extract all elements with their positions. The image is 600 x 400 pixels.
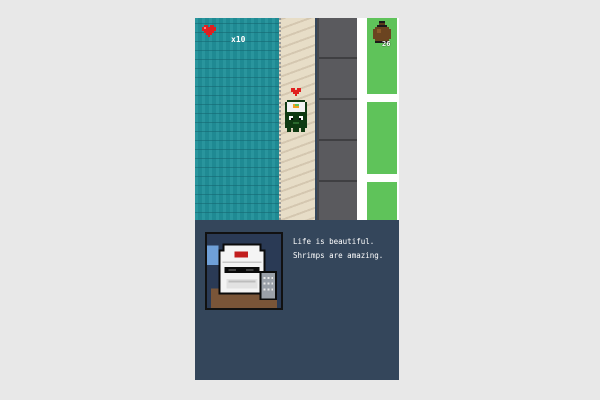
- coin-counter: 26: [382, 40, 391, 48]
- sidewalk-terrain: [357, 18, 365, 220]
- dialog-line-1: Life is beautiful.: [293, 237, 375, 246]
- heart-icon: [202, 25, 216, 37]
- lives-counter: x10: [231, 35, 246, 44]
- dialog-text: Life is beautiful. Shrimps are amazing.: [293, 235, 395, 263]
- road-terrain: [317, 18, 357, 220]
- dialog-line-2: Shrimps are amazing.: [293, 251, 384, 260]
- water-terrain: [195, 18, 279, 220]
- game-screen[interactable]: x10 26 Life is beautiful. Shrimps are am…: [195, 18, 399, 380]
- dialog-box[interactable]: Life is beautiful. Shrimps are amazing.: [195, 220, 399, 380]
- grass-column: [365, 18, 399, 220]
- sushi-player-character[interactable]: [283, 88, 309, 142]
- grass-tile: [367, 102, 397, 174]
- grass-tile: [367, 182, 397, 220]
- old-man-portrait: [205, 232, 283, 310]
- player-heart-marker: [291, 88, 301, 96]
- game-world: x10 26: [195, 18, 399, 220]
